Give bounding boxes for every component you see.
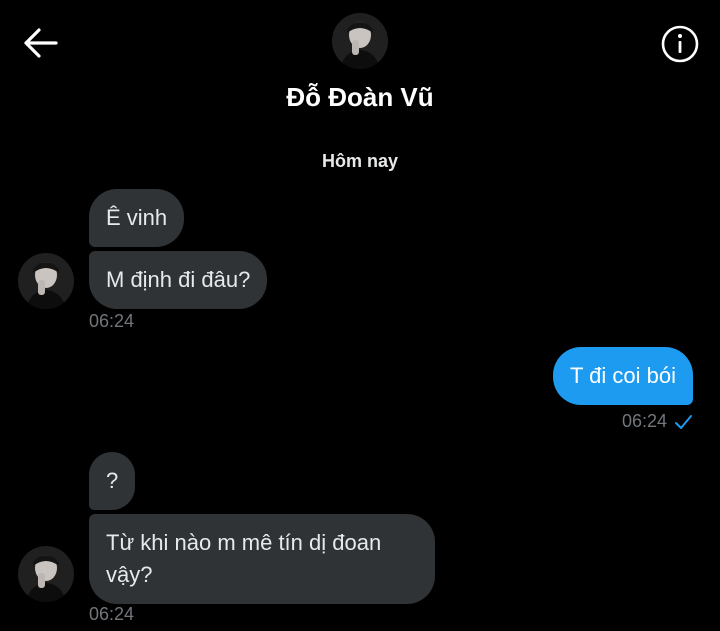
message-text: Ê vinh bbox=[106, 205, 168, 230]
message-timestamp: 06:24 bbox=[89, 604, 135, 624]
message-timestamp: 06:24 bbox=[621, 411, 667, 431]
checkmark-icon bbox=[675, 414, 692, 429]
contact-avatar[interactable] bbox=[332, 13, 388, 69]
incoming-message[interactable]: M định đi đâu? bbox=[89, 251, 268, 309]
message-timestamp: 06:24 bbox=[89, 311, 135, 331]
info-circle-icon bbox=[661, 25, 699, 63]
incoming-message[interactable]: Từ khi nào m mê tín dị đoan vậy? bbox=[89, 514, 435, 604]
message-status: 06:24 bbox=[622, 411, 693, 432]
sender-avatar[interactable] bbox=[18, 253, 74, 309]
incoming-message[interactable]: Ê vinh bbox=[89, 189, 185, 247]
back-button[interactable] bbox=[22, 26, 62, 60]
message-text: ? bbox=[106, 468, 119, 493]
info-button[interactable] bbox=[660, 24, 700, 64]
arrow-left-icon bbox=[24, 28, 58, 58]
date-separator: Hôm nay bbox=[321, 151, 399, 171]
sender-avatar[interactable] bbox=[18, 546, 74, 602]
message-text-line: vậy? bbox=[106, 562, 153, 587]
outgoing-message[interactable]: T đi coi bói bbox=[553, 347, 693, 405]
incoming-message[interactable]: ? bbox=[89, 452, 136, 510]
message-text: T đi coi bói bbox=[570, 363, 676, 388]
contact-name: Đỗ Đoàn Vũ bbox=[286, 82, 434, 112]
message-text: M định đi đâu? bbox=[106, 267, 251, 292]
message-text-line: Từ khi nào m mê tín dị đoan bbox=[106, 530, 382, 555]
